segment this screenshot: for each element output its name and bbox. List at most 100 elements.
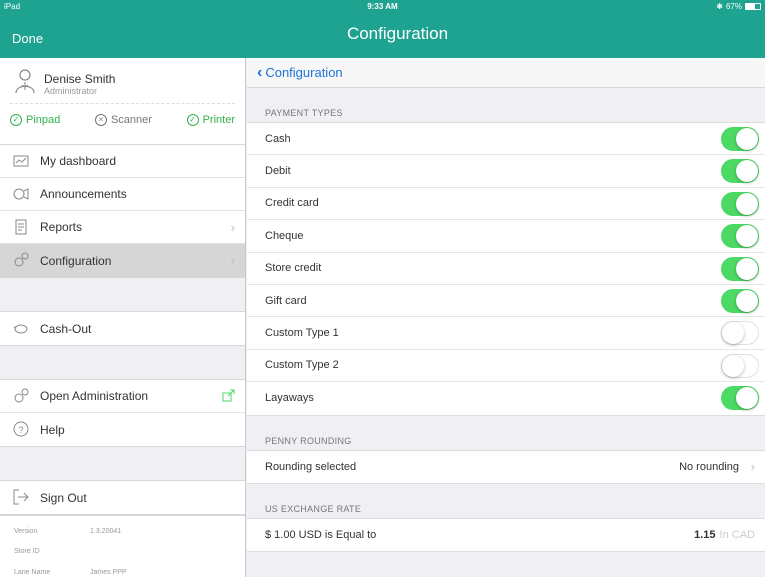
device-label: Scanner: [110, 114, 152, 126]
sidebar-item-cashout[interactable]: Cash-Out: [0, 312, 245, 345]
dashboard-icon: [13, 155, 29, 167]
payment-type-row: Debit: [247, 155, 765, 188]
chevron-right-icon: ›: [230, 253, 235, 268]
chevron-right-icon: ›: [750, 459, 755, 475]
section-header-payment-types: PAYMENT TYPES: [265, 108, 343, 118]
version-row: Version 1.3.20041: [14, 528, 122, 535]
sub-navigation: ‹ Configuration: [247, 58, 765, 88]
payment-type-toggle[interactable]: [721, 191, 759, 216]
payment-type-toggle[interactable]: [721, 386, 759, 411]
payment-type-row: Gift card: [247, 285, 765, 318]
nav-bar: Done Configuration: [0, 14, 765, 58]
sidebar-item-help[interactable]: ? Help: [0, 413, 245, 446]
back-label: Configuration: [265, 65, 343, 80]
payment-type-toggle[interactable]: [721, 256, 759, 281]
gear-icon: [14, 252, 29, 267]
payment-type-label: Cash: [265, 132, 291, 145]
toggle-knob: [736, 257, 758, 280]
sidebar-item-label: Help: [40, 422, 65, 437]
svg-text:?: ?: [18, 425, 23, 435]
sidebar-item-label: Reports: [40, 220, 83, 234]
toggle-knob: [736, 160, 758, 183]
device-label: Printer: [202, 114, 235, 126]
sidebar-item-dashboard[interactable]: My dashboard: [0, 145, 245, 178]
menu-group-main: My dashboard Announcements Reports › Con…: [0, 145, 245, 278]
user-card: Denise Smith Administrator ✓ Pinpad × Sc…: [0, 58, 245, 145]
lane-row: Lane Name James PPP: [14, 569, 127, 576]
sidebar-item-label: My dashboard: [40, 154, 117, 168]
divider: [10, 103, 235, 104]
payment-type-toggle[interactable]: [721, 288, 759, 313]
version-info: Version 1.3.20041 Store ID Lane Name Jam…: [0, 515, 245, 577]
payment-type-toggle[interactable]: [721, 224, 759, 249]
exchange-value: 1.15: [694, 529, 716, 542]
battery-percent: 67%: [725, 2, 742, 11]
rounding-label: Rounding selected: [265, 460, 357, 473]
section-header-exchange-rate: US EXCHANGE RATE: [265, 503, 362, 514]
sidebar: Denise Smith Administrator ✓ Pinpad × Sc…: [0, 58, 246, 577]
payment-type-row: Credit card: [247, 188, 765, 221]
exchange-rate-field[interactable]: 1.15 In CAD: [694, 529, 755, 541]
device-label: Pinpad: [26, 114, 61, 126]
status-time: 9:33 AM: [367, 2, 398, 11]
external-link-icon: [222, 389, 235, 402]
sidebar-item-reports[interactable]: Reports ›: [0, 211, 245, 244]
payment-type-label: Store credit: [265, 262, 322, 275]
toggle-knob: [722, 354, 744, 377]
payment-type-label: Gift card: [265, 294, 307, 307]
user-avatar-icon: [15, 69, 35, 94]
status-bar: iPad 9:33 AM ✱ 67%: [0, 0, 765, 14]
penny-rounding-group: Rounding selected No rounding ›: [247, 449, 765, 484]
announcement-icon: [13, 188, 29, 200]
sidebar-item-announcements[interactable]: Announcements: [0, 178, 245, 211]
payment-type-label: Cheque: [265, 229, 304, 242]
payment-type-row: Store credit: [247, 253, 765, 285]
payment-type-row: Layaways: [247, 382, 765, 414]
payment-type-toggle[interactable]: [721, 159, 759, 184]
toggle-knob: [722, 322, 744, 345]
payment-type-label: Layaways: [265, 392, 314, 405]
user-name: Denise Smith: [44, 72, 116, 86]
payment-type-row: Custom Type 2: [247, 350, 765, 383]
menu-group-cashout: Cash-Out: [0, 311, 245, 346]
check-circle-icon: ✓: [10, 114, 22, 126]
back-button[interactable]: ‹ Configuration: [257, 63, 343, 81]
check-circle-icon: ✓: [186, 114, 199, 126]
payment-type-label: Custom Type 1: [265, 327, 339, 340]
status-right: ✱ 67%: [716, 2, 761, 11]
sidebar-item-configuration[interactable]: Configuration ›: [0, 244, 245, 277]
exchange-unit: In CAD: [719, 529, 755, 542]
toggle-knob: [736, 128, 758, 150]
bluetooth-icon: ✱: [716, 2, 723, 11]
rounding-row[interactable]: Rounding selected No rounding ›: [247, 451, 765, 483]
device-printer[interactable]: ✓ Printer: [186, 114, 235, 126]
payment-type-toggle[interactable]: [721, 353, 759, 378]
exchange-row[interactable]: $ 1.00 USD is Equal to 1.15 In CAD: [247, 519, 765, 551]
sign-out-icon: [13, 489, 29, 505]
x-circle-icon: ×: [94, 114, 107, 126]
admin-gear-icon: [14, 388, 29, 403]
sidebar-item-label: Sign Out: [40, 490, 87, 505]
toggle-knob: [736, 289, 758, 312]
payment-types-list: Cash Debit Credit card Cheque Store credit Gi…: [247, 122, 765, 416]
device-scanner[interactable]: × Scanner: [94, 114, 152, 126]
user-role: Administrator: [44, 86, 98, 96]
payment-type-toggle[interactable]: [721, 127, 759, 151]
sidebar-item-label: Cash-Out: [40, 321, 92, 336]
toggle-knob: [736, 192, 758, 215]
payment-type-row: Custom Type 1: [247, 317, 765, 350]
payment-type-toggle[interactable]: [721, 321, 759, 346]
page-title: Configuration: [346, 24, 449, 43]
payment-type-label: Debit: [265, 165, 291, 178]
sidebar-item-open-admin[interactable]: Open Administration: [0, 380, 245, 413]
chevron-right-icon: ›: [230, 220, 235, 235]
device-status-list: ✓ Pinpad × Scanner ✓ Printer: [10, 114, 235, 126]
payment-type-label: Custom Type 2: [265, 359, 339, 372]
main-content: ‹ Configuration PAYMENT TYPES Cash Debit C…: [247, 58, 765, 577]
chevron-left-icon: ‹: [257, 63, 263, 81]
sidebar-item-signout[interactable]: Sign Out: [0, 481, 245, 514]
device-pinpad[interactable]: ✓ Pinpad: [10, 114, 60, 126]
sidebar-item-label: Announcements: [40, 187, 127, 201]
